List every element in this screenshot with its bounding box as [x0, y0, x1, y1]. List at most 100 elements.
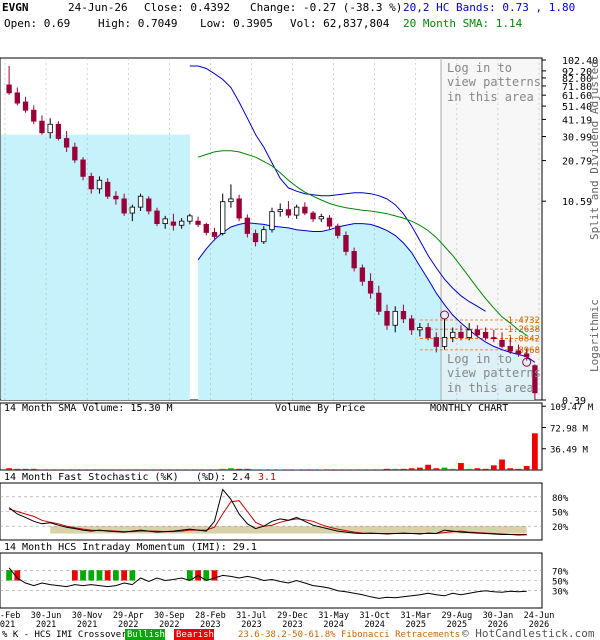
- candle-body: [491, 337, 497, 340]
- volume-bar: [178, 469, 185, 470]
- volume-bar: [219, 468, 226, 470]
- stoch-tick-label: 80%: [552, 494, 569, 504]
- x-tick-year: 2021: [36, 620, 56, 630]
- x-tick-year: 2022: [159, 620, 179, 630]
- volume-bar: [449, 468, 456, 470]
- band-fill-left: [1, 134, 190, 400]
- candle-body: [14, 92, 20, 104]
- monthly-chart-label: MONTHLY CHART: [430, 403, 508, 414]
- bearish-label: Bearish: [176, 630, 214, 640]
- volume-bar: [96, 469, 103, 470]
- volume-bar: [47, 469, 54, 470]
- fib-label: 1.0842: [507, 334, 540, 344]
- volume-tick-label: 72.98 M: [550, 424, 589, 434]
- candle-body: [39, 120, 45, 134]
- candle-body: [113, 195, 119, 200]
- candle-body: [417, 327, 423, 331]
- candle-body: [293, 206, 300, 216]
- candle-body: [162, 218, 168, 225]
- stoch-k-value: (%D): 2.4: [196, 472, 250, 483]
- stoch-tick-label: 50%: [552, 509, 569, 519]
- x-tick-year: 2022: [118, 620, 138, 630]
- volume-bar: [260, 469, 267, 470]
- volume-bar: [507, 468, 514, 470]
- volume-bar: [359, 469, 366, 470]
- bullish-label: Bullish: [127, 630, 165, 640]
- header-close: Close: 0.4392: [144, 1, 230, 14]
- volume-bar: [277, 469, 284, 470]
- copyright[interactable]: © HotCandlestick.com: [462, 627, 595, 640]
- volume-bar: [186, 469, 193, 470]
- candle-body: [137, 195, 144, 208]
- x-tick-year: 2025: [406, 620, 426, 630]
- volume-bar: [129, 469, 136, 470]
- candle-body: [47, 123, 53, 134]
- candle-body: [211, 232, 218, 237]
- candle-body: [425, 327, 431, 338]
- header-sma: 20 Month SMA: 1.14: [403, 17, 523, 30]
- volume-bar: [334, 469, 341, 470]
- x-tick-year: 2021: [77, 620, 97, 630]
- volume-bar: [441, 467, 448, 470]
- bullish-marker: [96, 570, 103, 581]
- candle-body: [474, 329, 481, 336]
- volume-bar: [400, 468, 407, 470]
- stochastic-panel: 80% 50% 20% 14 Month Fast Stochastic (%K) (…: [0, 472, 569, 541]
- footer-legend: % K - HCS IMI Crossover:: [2, 630, 132, 640]
- volume-bar: [228, 468, 234, 470]
- volume-bar: [474, 468, 481, 470]
- candle-body: [499, 339, 505, 347]
- bullish-marker: [113, 570, 119, 581]
- candle-body: [409, 318, 415, 331]
- stoch-tick-label: 20%: [552, 523, 569, 533]
- volume-bar: [145, 469, 152, 470]
- volume-bar: [293, 469, 300, 470]
- login-line2-bottom[interactable]: view patterns: [447, 366, 541, 380]
- candle-body: [63, 138, 70, 148]
- bearish-marker: [121, 570, 127, 581]
- volume-bar: [80, 469, 86, 470]
- bearish-marker: [104, 570, 111, 581]
- candle-body: [220, 201, 226, 234]
- login-line2-top[interactable]: view patterns: [447, 75, 541, 89]
- candle-body: [326, 217, 333, 227]
- candle-body: [146, 198, 152, 212]
- header-date: 24-Jun-26: [68, 1, 128, 14]
- candle-body: [524, 353, 530, 358]
- login-line1-top[interactable]: Log in to: [447, 61, 512, 75]
- volume-tick-label: 36.49 M: [550, 446, 589, 456]
- login-line3-top[interactable]: in this area: [447, 90, 534, 104]
- candle-body: [351, 251, 357, 269]
- volume-panel: 109.47 M 72.98 M 36.49 M 14 Month SMA Volum…: [0, 402, 594, 471]
- volume-bar: [310, 469, 316, 470]
- bullish-marker: [129, 570, 136, 581]
- candle-body: [515, 350, 522, 355]
- stoch-title: 14 Month Fast Stochastic (%K): [4, 472, 179, 483]
- candle-body: [236, 198, 242, 219]
- volume-by-price-label: Volume By Price: [275, 403, 365, 414]
- candle-body: [450, 331, 456, 338]
- volume-bar: [170, 469, 177, 470]
- volume-bar: [252, 469, 259, 470]
- fib-legend: 23.6-38.2-50-61.8% Fibonacci Retracement…: [238, 630, 460, 640]
- volume-bar: [137, 469, 144, 470]
- volume-bar: [523, 465, 530, 470]
- login-line1-bottom[interactable]: Log in to: [447, 352, 512, 366]
- candle-body: [458, 331, 464, 338]
- volume-bar: [433, 468, 440, 470]
- candle-body: [376, 292, 382, 312]
- imi-panel: 70%50%30% 14 Month HCS Intraday Momentum …: [0, 542, 569, 609]
- login-line3-bottom[interactable]: in this area: [447, 381, 534, 395]
- candle-body: [507, 345, 513, 352]
- volume-bar: [211, 469, 218, 470]
- candle-body: [433, 337, 439, 347]
- volume-bar: [301, 469, 308, 470]
- logarithmic-label: Logarithmic: [588, 299, 600, 372]
- volume-bar: [318, 469, 325, 470]
- x-tick-year: 2024: [364, 620, 384, 630]
- candle-body: [55, 123, 62, 139]
- candle-body: [129, 206, 135, 214]
- volume-bar: [482, 468, 489, 470]
- volume-bar: [55, 469, 62, 470]
- volume-bar: [244, 468, 251, 470]
